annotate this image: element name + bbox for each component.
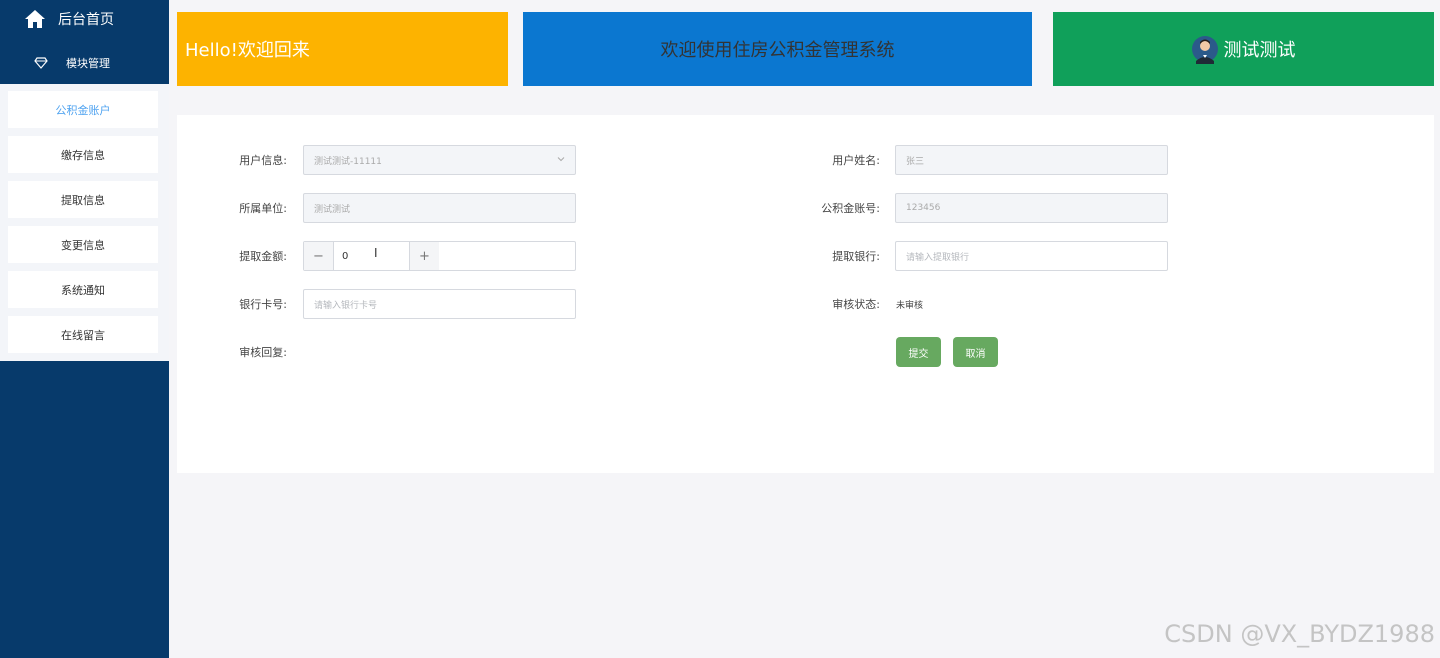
sidebar-menu: 公积金账户 缴存信息 提取信息 变更信息 系统通知 在线留言 xyxy=(0,84,169,361)
system-title: 欢迎使用住房公积金管理系统 xyxy=(660,40,895,61)
sidebar-item-message[interactable]: 在线留言 xyxy=(8,316,158,353)
review-reply-label: 审核回复: xyxy=(239,346,287,359)
user-banner: 测试测试 xyxy=(1053,12,1434,86)
welcome-text: Hello!欢迎回来 xyxy=(185,40,310,61)
sidebar: 后台首页 模块管理 公积金账户 缴存信息 提取信息 变更信息 系统通知 在线留言 xyxy=(0,0,169,658)
account-label: 公积金账号: xyxy=(821,202,880,215)
bank-label: 提取银行: xyxy=(832,250,880,263)
card-placeholder: 请输入银行卡号 xyxy=(314,300,378,311)
avatar xyxy=(1191,34,1218,64)
watermark: CSDN @VX_BYDZ1988 xyxy=(1164,620,1435,648)
username: 测试测试 xyxy=(1223,40,1296,61)
amount-label: 提取金额: xyxy=(239,250,287,263)
user-info-select[interactable]: 测试测试-11111 xyxy=(303,145,576,175)
form-card: 用户信息: 测试测试-11111 用户姓名: 张三 所属单位: 测试测试 公积金… xyxy=(177,115,1434,473)
account-value: 123456 xyxy=(906,203,941,213)
amount-input[interactable]: 0 I xyxy=(334,246,409,262)
sidebar-item-deposit[interactable]: 缴存信息 xyxy=(8,136,158,173)
unit-field[interactable]: 测试测试 xyxy=(303,193,576,223)
review-status-value: 未审核 xyxy=(896,301,924,311)
sidebar-item-withdraw[interactable]: 提取信息 xyxy=(8,181,158,218)
user-name-value: 张三 xyxy=(906,156,925,167)
submit-button[interactable]: 提交 xyxy=(896,337,941,367)
sidebar-item-change[interactable]: 变更信息 xyxy=(8,226,158,263)
diamond-icon xyxy=(34,56,48,70)
account-field[interactable]: 123456 xyxy=(895,193,1168,223)
card-label: 银行卡号: xyxy=(239,298,287,311)
card-input[interactable]: 请输入银行卡号 xyxy=(303,289,576,319)
module-label: 模块管理 xyxy=(66,57,110,70)
amount-input-wrap: − 0 I + xyxy=(303,241,576,271)
module-management[interactable]: 模块管理 xyxy=(0,50,169,76)
chevron-down-icon xyxy=(557,155,565,163)
user-name-label: 用户姓名: xyxy=(832,154,880,167)
unit-label: 所属单位: xyxy=(239,202,287,215)
welcome-banner: Hello!欢迎回来 xyxy=(177,12,508,86)
decrement-button[interactable]: − xyxy=(304,242,334,270)
home-link[interactable]: 后台首页 xyxy=(0,0,169,38)
unit-value: 测试测试 xyxy=(314,204,351,215)
text-cursor-icon: I xyxy=(374,245,378,260)
home-icon xyxy=(24,8,46,30)
sidebar-item-account[interactable]: 公积金账户 xyxy=(8,91,158,128)
user-name-field[interactable]: 张三 xyxy=(895,145,1168,175)
increment-button[interactable]: + xyxy=(409,242,439,270)
home-label: 后台首页 xyxy=(58,12,114,28)
bank-input[interactable]: 请输入提取银行 xyxy=(895,241,1168,271)
user-info-label: 用户信息: xyxy=(239,154,287,167)
bank-placeholder: 请输入提取银行 xyxy=(906,252,970,263)
user-info-value: 测试测试-11111 xyxy=(314,156,382,167)
sidebar-item-notice[interactable]: 系统通知 xyxy=(8,271,158,308)
system-title-banner: 欢迎使用住房公积金管理系统 xyxy=(523,12,1032,86)
review-status-label: 审核状态: xyxy=(832,298,880,311)
amount-value: 0 xyxy=(342,250,349,262)
cancel-button[interactable]: 取消 xyxy=(953,337,998,367)
